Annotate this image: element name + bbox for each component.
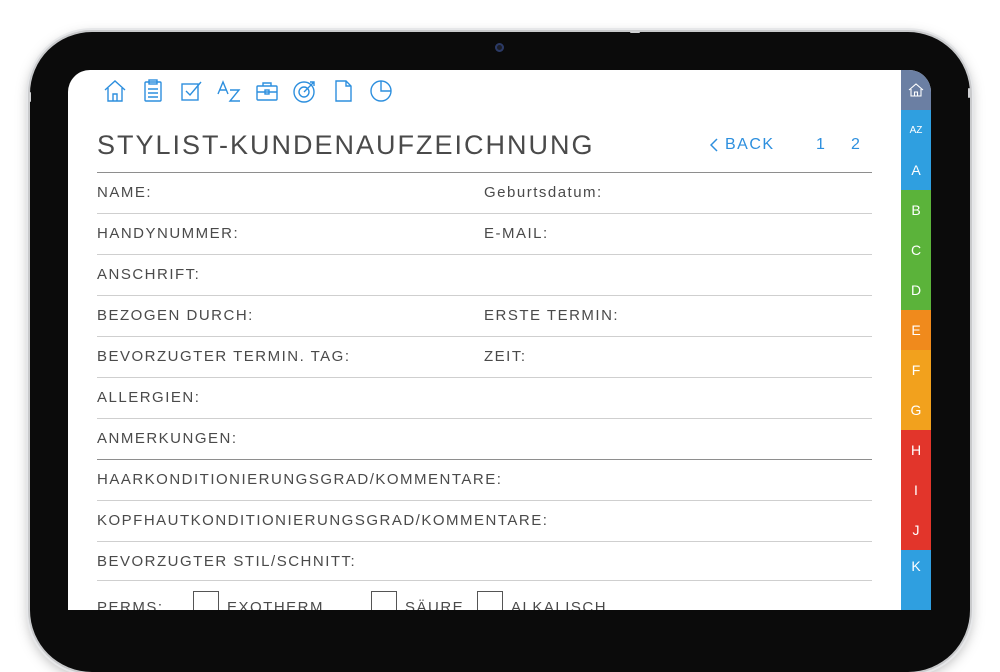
- back-button[interactable]: BACK: [710, 136, 775, 154]
- preferred-style-label: BEVORZUGTER STIL/SCHNITT:: [97, 553, 357, 570]
- perm-exotherm-checkbox[interactable]: [193, 591, 219, 610]
- form-row: ANSCHRIFT:: [97, 254, 872, 295]
- referred-by-label: BEZOGEN DURCH:: [97, 307, 254, 324]
- az-sort-icon[interactable]: [216, 78, 242, 104]
- preferred-day-label: BEVORZUGTER TERMIN. TAG:: [97, 348, 351, 365]
- tab-H[interactable]: H: [901, 430, 931, 470]
- document-icon[interactable]: [330, 78, 356, 104]
- form-row: BEVORZUGTER TERMIN. TAG: ZEIT:: [97, 336, 872, 377]
- checkbox-icon[interactable]: [178, 78, 204, 104]
- address-label: ANSCHRIFT:: [97, 266, 201, 283]
- back-label: BACK: [725, 136, 775, 153]
- perms-label: PERMS:: [97, 599, 164, 610]
- tab-J[interactable]: J: [901, 510, 931, 550]
- perms-row: PERMS: EXOTHERM SÄURE ALKALISCH: [97, 580, 872, 610]
- form-row: HAARKONDITIONIERUNGSGRAD/KOMMENTARE:: [97, 459, 872, 500]
- chevron-left-icon: [710, 138, 718, 152]
- tablet-volume-button: [29, 92, 31, 102]
- tab-I[interactable]: I: [901, 470, 931, 510]
- form-row: KOPFHAUTKONDITIONIERUNGSGRAD/KOMMENTARE:: [97, 500, 872, 541]
- perm-acid-label: SÄURE: [405, 599, 465, 610]
- target-icon[interactable]: [292, 78, 318, 104]
- tab-G[interactable]: G: [901, 390, 931, 430]
- clipboard-icon[interactable]: [140, 78, 166, 104]
- tab-A[interactable]: A: [901, 150, 931, 190]
- perm-acid-checkbox[interactable]: [371, 591, 397, 610]
- allergies-label: ALLERGIEN:: [97, 389, 201, 406]
- briefcase-icon[interactable]: [254, 78, 280, 104]
- form-row: ANMERKUNGEN:: [97, 418, 872, 459]
- tablet-power-button: [968, 88, 970, 98]
- form-row: BEZOGEN DURCH: ERSTE TERMIN:: [97, 295, 872, 336]
- perm-alkaline-checkbox[interactable]: [477, 591, 503, 610]
- perm-exotherm-label: EXOTHERM: [227, 599, 325, 610]
- email-label: E-MAIL:: [484, 225, 549, 242]
- phone-label: HANDYNUMMER:: [97, 225, 240, 242]
- toolbar: [102, 78, 394, 104]
- page-link-2[interactable]: 2: [851, 136, 860, 154]
- form-row: NAME: Geburtsdatum:: [97, 172, 872, 213]
- tab-az[interactable]: AZ: [901, 110, 931, 150]
- name-label: NAME:: [97, 184, 153, 201]
- hair-condition-label: HAARKONDITIONIERUNGSGRAD/KOMMENTARE:: [97, 471, 503, 488]
- tab-F[interactable]: F: [901, 350, 931, 390]
- tab-C[interactable]: C: [901, 230, 931, 270]
- page-title: STYLIST-KUNDENAUFZEICHNUNG: [97, 130, 595, 160]
- home-icon: [908, 83, 924, 97]
- form-row: HANDYNUMMER: E-MAIL:: [97, 213, 872, 254]
- front-camera: [495, 43, 504, 52]
- tablet-screen: STYLIST-KUNDENAUFZEICHNUNG BACK 1 2 NAME…: [68, 70, 931, 610]
- scalp-condition-label: KOPFHAUTKONDITIONIERUNGSGRAD/KOMMENTARE:: [97, 512, 549, 529]
- tab-E[interactable]: E: [901, 310, 931, 350]
- page-link-1[interactable]: 1: [816, 136, 825, 154]
- form-row: ALLERGIEN:: [97, 377, 872, 418]
- tab-home[interactable]: [901, 70, 931, 110]
- tab-B[interactable]: B: [901, 190, 931, 230]
- birthdate-label: Geburtsdatum:: [484, 184, 603, 201]
- form-row: BEVORZUGTER STIL/SCHNITT:: [97, 541, 872, 582]
- notes-label: ANMERKUNGEN:: [97, 430, 238, 447]
- client-record-form: NAME: Geburtsdatum: HANDYNUMMER: E-MAIL:…: [97, 172, 872, 582]
- time-label: ZEIT:: [484, 348, 527, 365]
- first-appointment-label: ERSTE TERMIN:: [484, 307, 620, 324]
- tab-K[interactable]: K: [901, 550, 931, 610]
- tab-D[interactable]: D: [901, 270, 931, 310]
- pie-chart-icon[interactable]: [368, 78, 394, 104]
- alphabet-tab-bar: AZ A B C D E F G H I J K: [901, 70, 931, 610]
- perm-alkaline-label: ALKALISCH: [511, 599, 608, 610]
- tablet-top-button: [630, 31, 640, 33]
- home-icon[interactable]: [102, 78, 128, 104]
